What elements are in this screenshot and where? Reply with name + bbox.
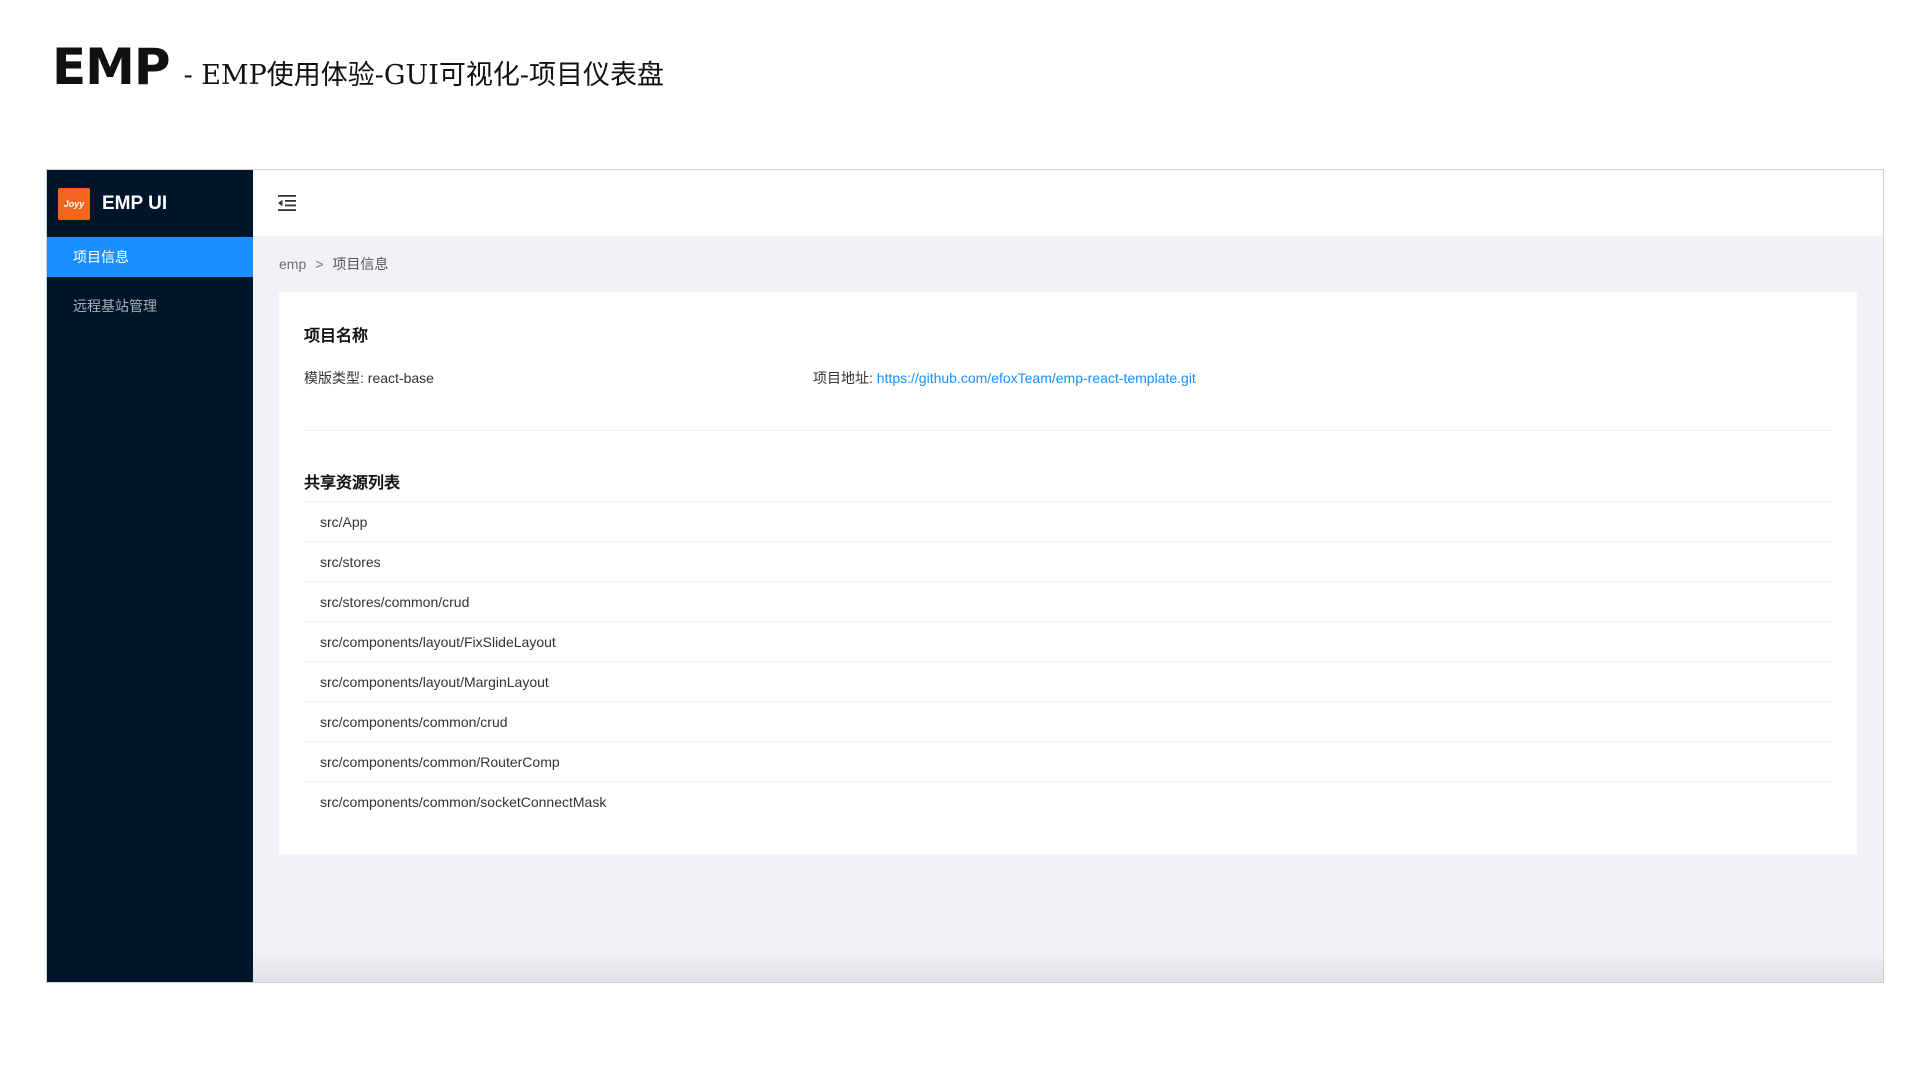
slide-title: EMP - EMP使用体验-GUI可视化-项目仪表盘 <box>52 38 664 96</box>
list-item: src/components/layout/MarginLayout <box>304 661 1832 701</box>
project-address-label: 项目地址: <box>813 370 873 386</box>
brand-name: EMP UI <box>102 192 168 214</box>
brand[interactable]: Joyy EMP UI <box>47 170 253 237</box>
main-content: emp > 项目信息 项目名称 模版类型: react-base 项目地址: h… <box>253 236 1883 982</box>
sidebar-item-remote-base-management[interactable]: 远程基站管理 <box>47 286 253 326</box>
list-item: src/components/common/RouterComp <box>304 741 1832 781</box>
project-info-row: 模版类型: react-base 项目地址: https://github.co… <box>304 368 1832 388</box>
divider <box>304 430 1832 431</box>
bottom-shadow <box>253 952 1883 982</box>
breadcrumb: emp > 项目信息 <box>279 236 1857 292</box>
list-item: src/App <box>304 501 1832 541</box>
app-window: Joyy EMP UI 项目信息 远程基站管理 emp > 项目信息 项目名称 <box>46 169 1884 983</box>
project-address-link[interactable]: https://github.com/efoxTeam/emp-react-te… <box>877 370 1196 386</box>
slide-title-main: EMP <box>52 38 171 96</box>
sidebar-item-project-info[interactable]: 项目信息 <box>47 237 253 277</box>
logo-text: Joyy <box>63 198 85 209</box>
sidebar-item-label: 项目信息 <box>73 249 129 265</box>
breadcrumb-separator: > <box>315 256 324 272</box>
slide-title-subtitle: - EMP使用体验-GUI可视化-项目仪表盘 <box>183 60 665 91</box>
menu-fold-icon[interactable] <box>277 194 297 212</box>
list-item: src/stores/common/crud <box>304 581 1832 621</box>
shared-resources-list: src/App src/stores src/stores/common/cru… <box>304 501 1832 821</box>
sidebar: Joyy EMP UI 项目信息 远程基站管理 <box>47 170 253 982</box>
project-address: 项目地址: https://github.com/efoxTeam/emp-re… <box>813 368 1196 388</box>
breadcrumb-root[interactable]: emp <box>279 256 306 272</box>
breadcrumb-current: 项目信息 <box>332 256 389 272</box>
list-item: src/stores <box>304 541 1832 581</box>
logo-icon: Joyy <box>58 187 90 220</box>
shared-resources-title: 共享资源列表 <box>304 475 401 492</box>
sidebar-item-label: 远程基站管理 <box>73 298 157 314</box>
template-type-value: react-base <box>367 370 434 386</box>
template-type-label: 模版类型: <box>304 370 364 386</box>
project-card: 项目名称 模版类型: react-base 项目地址: https://gith… <box>279 292 1857 854</box>
project-title: 项目名称 <box>304 328 369 345</box>
list-item: src/components/common/crud <box>304 701 1832 741</box>
top-header <box>253 170 1883 236</box>
list-item: src/components/layout/FixSlideLayout <box>304 621 1832 661</box>
template-type: 模版类型: react-base <box>304 368 813 388</box>
list-item: src/components/common/socketConnectMask <box>304 781 1832 821</box>
